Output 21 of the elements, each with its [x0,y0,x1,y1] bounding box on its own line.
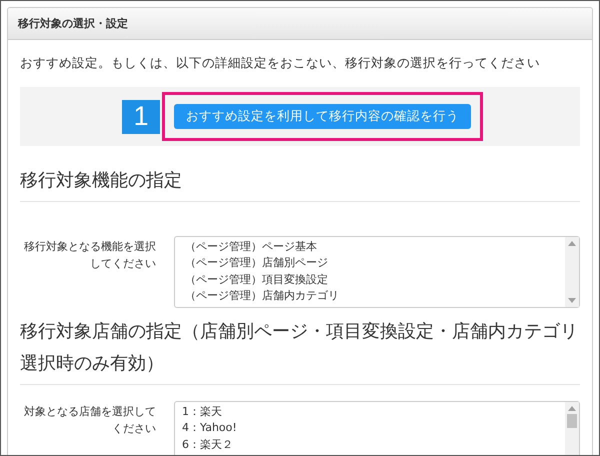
scroll-up-icon[interactable] [568,406,576,411]
panel-header: 移行対象の選択・設定 [8,8,592,40]
intro-text: おすすめ設定。もしくは、以下の詳細設定をおこない、移行対象の選択を行ってください [20,54,541,72]
list-option[interactable]: （ページ管理）店舗別ページ [185,255,565,272]
scroll-up-icon[interactable] [568,241,576,246]
list-option[interactable]: （ページ管理）ページ基本 [185,239,565,256]
scroll-down-icon[interactable] [568,298,576,303]
list-option[interactable]: （ページ管理）店舗内カテゴリ [185,288,565,304]
list-option[interactable]: （ページ管理）項目変換設定 [185,272,565,288]
list-option[interactable]: 6：楽天２ [182,436,565,453]
list-box[interactable]: 1：楽天 4：Yahoo! 6：楽天２ [174,401,580,455]
list-option[interactable]: 4：Yahoo! [182,420,565,437]
list-box[interactable]: （ページ管理）ページ基本 （ページ管理）店舗別ページ （ページ管理）項目変換設定 （ページ管理）店舗内カテゴリ [174,236,580,308]
field-label: 移行対象となる機能を選択してください [23,239,156,272]
section-heading: 移行対象機能の指定 [20,165,580,202]
step-number: 1 [122,100,160,134]
scrollbar[interactable] [565,237,579,307]
field-label: 対象となる店舗を選択してください [23,404,156,437]
scrollbar[interactable] [565,402,579,455]
list-option[interactable]: 1：楽天 [182,404,565,420]
section-heading: 移行対象店舗の指定（店舗別ページ・項目変換設定・店舗内カテゴリ選択時のみ有効） [20,316,580,385]
